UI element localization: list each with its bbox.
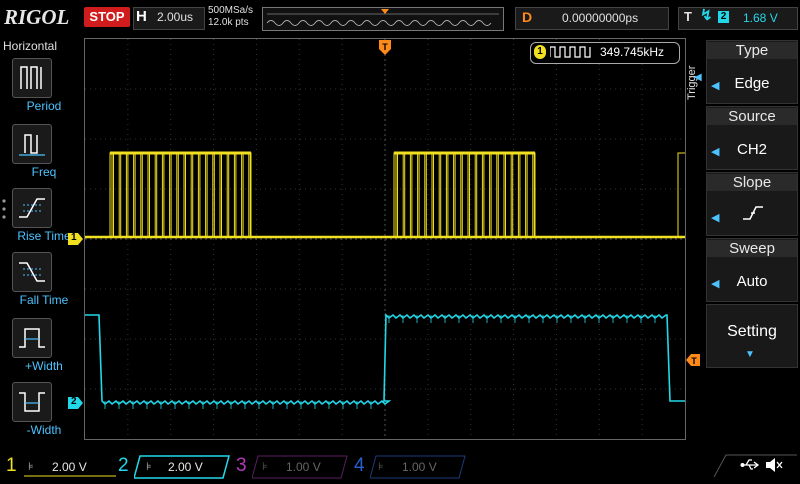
trigger-slope-button[interactable]: Slope ◀ [706, 172, 798, 236]
arrow-down-icon: ▼ [745, 349, 755, 360]
ch1-number[interactable]: 1 [6, 455, 17, 477]
graticule [85, 39, 685, 439]
timebase-label: H [136, 8, 147, 25]
memory-depth: 12.0k pts [208, 17, 249, 28]
waveform-overview[interactable] [262, 7, 504, 31]
trigger-sweep-button[interactable]: Sweep ◀ Auto [706, 238, 798, 302]
ch2-number[interactable]: 2 [118, 455, 129, 477]
negative-width-label: -Width [26, 423, 62, 437]
timebase-value: 2.00us [157, 10, 194, 24]
period-icon [20, 66, 42, 89]
trigger-type-value: Edge [734, 75, 770, 92]
usb-icon [740, 458, 760, 477]
trigger-level: 1.68 V [743, 11, 778, 25]
trigger-setting-button[interactable]: Setting ▼ [706, 304, 798, 368]
ch2-scale: 2.00 V [168, 460, 203, 474]
trigger-source-title: Source [707, 108, 797, 125]
freq-label: Freq [31, 165, 57, 179]
trigger-position-marker-icon[interactable]: T [379, 40, 391, 61]
svg-text:T: T [691, 356, 697, 366]
trigger-slope-title: Slope [707, 174, 797, 191]
dc-coupling-icon: ⊧ [378, 461, 384, 473]
period-label: Period [26, 99, 62, 113]
positive-width-label: +Width [25, 359, 63, 373]
menu-page-dots-icon [1, 198, 9, 227]
speaker-icon[interactable] [764, 457, 784, 478]
freq-icon [19, 134, 45, 156]
delay-label: D [522, 9, 533, 25]
ch4-number[interactable]: 4 [354, 455, 365, 477]
sample-rate: 500MSa/s [208, 5, 254, 16]
fall-time-button[interactable]: Fall Time [12, 252, 68, 307]
trigger-status-box[interactable] [678, 7, 798, 30]
dc-coupling-icon: ⊧ [146, 461, 152, 473]
trigger-label: T [684, 9, 692, 24]
ch3-number[interactable]: 3 [236, 455, 247, 477]
ch1-scale: 2.00 V [52, 460, 87, 474]
dc-coupling-icon: ⊧ [28, 461, 34, 473]
trigger-menu-tab: Trigger [686, 60, 700, 130]
ch3-scale: 1.00 V [286, 460, 321, 474]
rising-edge-icon: ↯ [700, 7, 713, 24]
negative-width-button[interactable]: -Width [12, 382, 61, 437]
freq-button[interactable]: Freq [12, 124, 56, 179]
trigger-channel: 2 [718, 11, 729, 23]
negative-width-icon [19, 392, 45, 412]
menu-collapse-icon[interactable]: ◀ [694, 72, 702, 83]
overview-trigger-marker-icon [381, 9, 389, 14]
trigger-type-button[interactable]: Type ◀ Edge [706, 40, 798, 104]
trigger-setting-title: Setting [727, 323, 777, 340]
delay-value: 0.00000000ps [562, 11, 639, 25]
fall-time-icon [19, 262, 45, 282]
measurement-channel: 1 [534, 45, 546, 59]
menu-title: Horizontal [3, 39, 58, 53]
trigger-sweep-title: Sweep [707, 240, 797, 257]
brand-logo: RIGOL [4, 5, 70, 29]
dc-coupling-icon: ⊧ [262, 461, 268, 473]
trigger-source-button[interactable]: Source ◀ CH2 [706, 106, 798, 170]
rise-time-button[interactable]: Rise Time [12, 188, 71, 243]
positive-width-button[interactable]: +Width [12, 318, 63, 373]
rising-slope-icon [743, 206, 763, 220]
period-button[interactable]: Period [12, 58, 61, 113]
run-stop-status[interactable]: STOP [84, 7, 130, 27]
fall-time-label: Fall Time [19, 293, 69, 307]
arrow-left-icon: ◀ [711, 212, 720, 224]
ch2-marker-label: 2 [71, 396, 77, 407]
trigger-level-marker-icon[interactable]: T [686, 353, 700, 371]
square-wave-icon [549, 45, 594, 64]
trigger-source-value: CH2 [736, 141, 767, 158]
ch2-trace [85, 313, 685, 406]
waveform-display[interactable] [84, 38, 686, 440]
ch4-scale: 1.00 V [402, 460, 437, 474]
rise-time-icon [19, 198, 45, 218]
trigger-type-title: Type [707, 42, 797, 59]
positive-width-icon [19, 328, 45, 348]
frequency-value: 349.745kHz [600, 45, 665, 59]
overview-waveform [266, 9, 499, 26]
svg-text:T: T [382, 42, 388, 52]
trigger-sweep-value: Auto [736, 273, 768, 290]
ch1-marker-label: 1 [71, 232, 77, 243]
